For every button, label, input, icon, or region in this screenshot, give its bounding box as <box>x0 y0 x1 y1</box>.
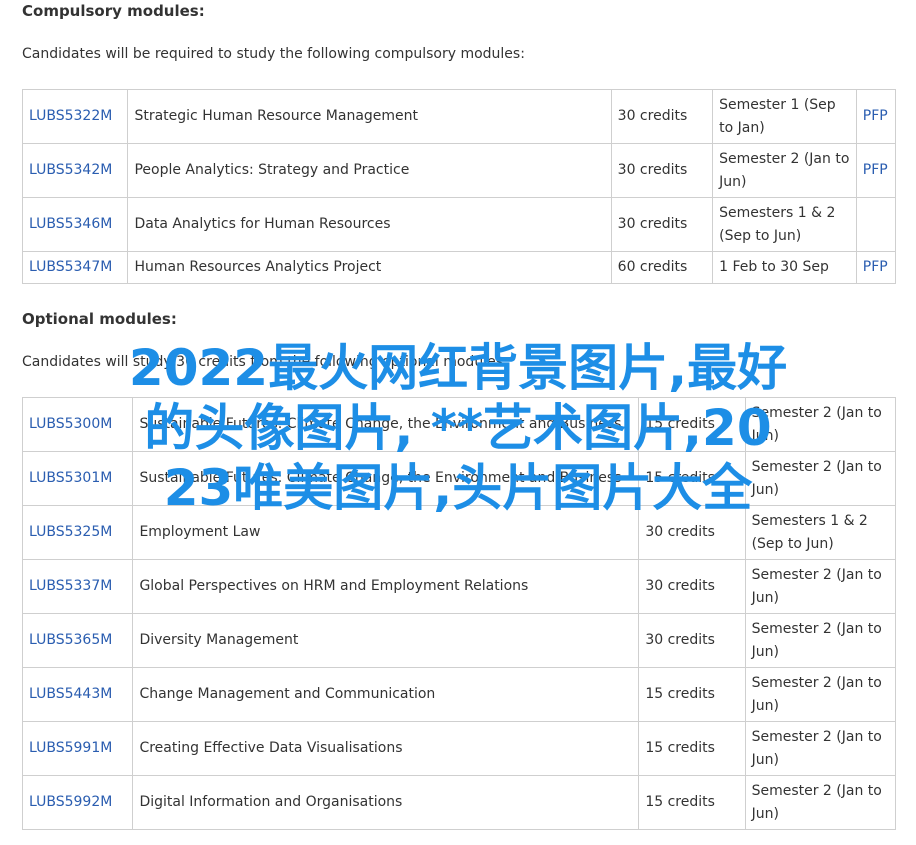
module-semester: Semester 2 (Jan to Jun) <box>744 721 897 776</box>
table-row: LUBS5991M Creating Effective Data Visual… <box>21 721 897 776</box>
pfp-link[interactable]: PFP <box>863 162 888 178</box>
module-title: Data Analytics for Human Resources <box>127 197 612 252</box>
compulsory-heading: Compulsory modules: <box>22 2 205 20</box>
module-code-link[interactable]: LUBS5347M <box>29 259 112 275</box>
module-semester: Semesters 1 & 2 (Sep to Jun) <box>712 197 857 252</box>
module-credits: 30 credits <box>610 89 714 144</box>
module-code-link[interactable]: LUBS5322M <box>29 108 112 124</box>
module-semester: Semester 2 (Jan to Jun) <box>744 613 897 668</box>
module-code-link[interactable]: LUBS5301M <box>29 470 112 486</box>
module-title: People Analytics: Strategy and Practice <box>127 143 612 198</box>
module-title: Sustainable Futures: Climate Change, the… <box>132 397 640 452</box>
module-credits: 15 credits <box>638 775 746 830</box>
table-row: LUBS5325M Employment Law 30 credits Seme… <box>21 505 897 560</box>
table-row: LUBS5337M Global Perspectives on HRM and… <box>21 559 897 614</box>
table-row: LUBS5365M Diversity Management 30 credit… <box>21 613 897 668</box>
module-semester: Semester 2 (Jan to Jun) <box>744 775 897 830</box>
pfp-link[interactable]: PFP <box>863 259 888 275</box>
module-code-link[interactable]: LUBS5337M <box>29 578 112 594</box>
compulsory-modules-table: LUBS5322M Strategic Human Resource Manag… <box>21 89 897 284</box>
module-credits: 30 credits <box>610 197 714 252</box>
table-row: LUBS5300M Sustainable Futures: Climate C… <box>21 397 897 452</box>
module-title: Change Management and Communication <box>132 667 640 722</box>
table-row: LUBS5346M Data Analytics for Human Resou… <box>21 197 897 252</box>
module-semester: Semester 2 (Jan to Jun) <box>744 451 897 506</box>
pfp-link[interactable]: PFP <box>863 108 888 124</box>
optional-modules-table: LUBS5300M Sustainable Futures: Climate C… <box>21 397 897 830</box>
module-title: Diversity Management <box>132 613 640 668</box>
module-code-link[interactable]: LUBS5325M <box>29 524 112 540</box>
module-credits: 30 credits <box>610 143 714 198</box>
module-credits: 15 credits <box>638 667 746 722</box>
module-code-link[interactable]: LUBS5300M <box>29 416 112 432</box>
module-code-link[interactable]: LUBS5992M <box>29 794 112 810</box>
table-row: LUBS5322M Strategic Human Resource Manag… <box>21 89 897 144</box>
module-title: Employment Law <box>132 505 640 560</box>
module-credits: 15 credits <box>638 397 746 452</box>
table-row: LUBS5301M Sustainable Futures: Climate C… <box>21 451 897 506</box>
module-credits: 30 credits <box>638 613 746 668</box>
table-row: LUBS5347M Human Resources Analytics Proj… <box>21 251 897 284</box>
module-semester: Semester 2 (Jan to Jun) <box>744 559 897 614</box>
optional-heading: Optional modules: <box>22 310 177 328</box>
table-row: LUBS5443M Change Management and Communic… <box>21 667 897 722</box>
module-semester: Semester 2 (Jan to Jun) <box>744 397 897 452</box>
module-title: Global Perspectives on HRM and Employmen… <box>132 559 640 614</box>
module-credits: 30 credits <box>638 559 746 614</box>
module-code-link[interactable]: LUBS5365M <box>29 632 112 648</box>
module-code-link[interactable]: LUBS5346M <box>29 216 112 232</box>
module-title: Human Resources Analytics Project <box>127 251 612 284</box>
table-row: LUBS5992M Digital Information and Organi… <box>21 775 897 830</box>
module-semester: Semester 2 (Jan to Jun) <box>712 143 857 198</box>
pfp-cell-empty <box>855 197 897 252</box>
compulsory-intro: Candidates will be required to study the… <box>22 46 525 62</box>
module-credits: 60 credits <box>610 251 714 284</box>
module-code-link[interactable]: LUBS5991M <box>29 740 112 756</box>
module-code-link[interactable]: LUBS5443M <box>29 686 112 702</box>
module-title: Sustainable Futures: Climate Change, the… <box>132 451 640 506</box>
module-title: Creating Effective Data Visualisations <box>132 721 640 776</box>
module-credits: 30 credits <box>638 505 746 560</box>
module-title: Digital Information and Organisations <box>132 775 640 830</box>
module-code-link[interactable]: LUBS5342M <box>29 162 112 178</box>
module-semester: Semesters 1 & 2 (Sep to Jun) <box>744 505 897 560</box>
module-semester: Semester 1 (Sep to Jan) <box>712 89 857 144</box>
module-credits: 15 credits <box>638 721 746 776</box>
table-row: LUBS5342M People Analytics: Strategy and… <box>21 143 897 198</box>
module-semester: Semester 2 (Jan to Jun) <box>744 667 897 722</box>
optional-intro: Candidates will study 30 credits from th… <box>22 354 508 370</box>
module-credits: 15 credits <box>638 451 746 506</box>
module-semester: 1 Feb to 30 Sep <box>712 251 857 284</box>
module-title: Strategic Human Resource Management <box>127 89 612 144</box>
